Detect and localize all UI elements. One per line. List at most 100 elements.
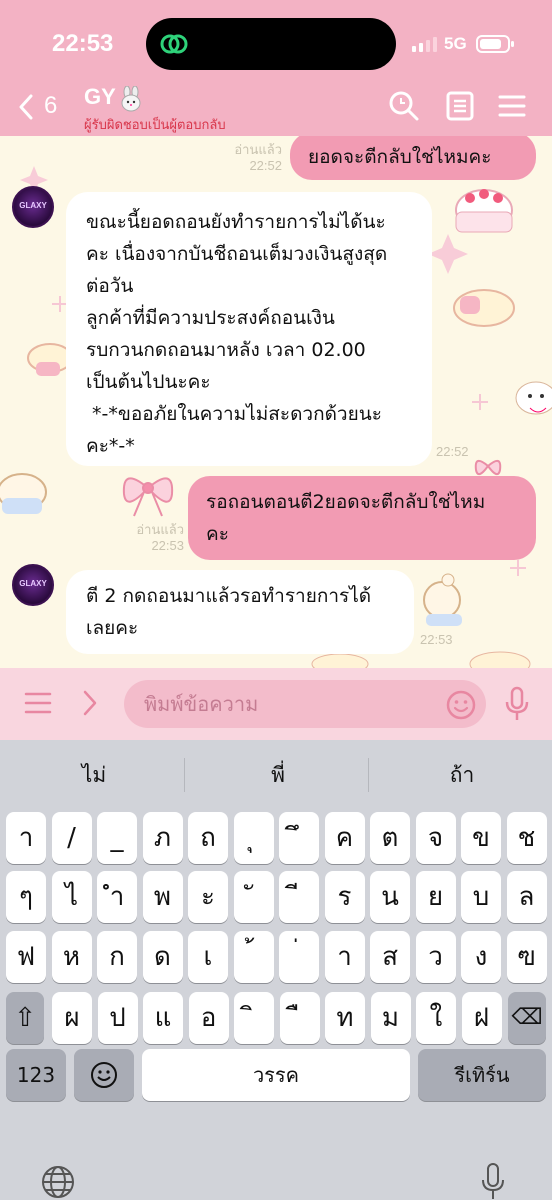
unread-count: 6 [44,92,58,119]
key[interactable]: ๆ [6,871,46,923]
key[interactable]: ว [415,931,456,983]
key[interactable]: ย [415,871,456,923]
key[interactable]: ะ [188,871,228,923]
message-time: 22:52 [436,444,469,459]
avatar[interactable]: GLAXY [12,186,54,228]
message-bubble-incoming[interactable]: ตี 2 กดถอนมาแล้วรอทำรายการได้ เลยคะ [66,570,414,654]
globe-icon[interactable] [40,1164,76,1200]
emoji-key[interactable] [74,1049,134,1101]
notes-icon[interactable] [444,90,476,122]
avatar-label: GLAXY [19,201,47,210]
key[interactable]: ร [324,871,365,923]
key[interactable]: ต [370,812,410,864]
key[interactable]: น [370,871,410,923]
delete-key[interactable]: ⌫ [508,992,546,1044]
key[interactable]: ท [325,992,365,1044]
key[interactable]: ล [506,871,547,923]
chat-title[interactable]: GY [84,84,116,110]
back-button[interactable]: 6 [18,90,78,124]
key[interactable]: ั [233,871,274,923]
message-input[interactable] [124,680,486,728]
key[interactable]: ิ [234,992,274,1044]
battery-icon [476,35,514,53]
dictation-microphone-icon[interactable] [480,1162,506,1200]
key[interactable]: เ [188,931,228,983]
avatar[interactable]: GLAXY [12,564,54,606]
status-time: 22:53 [52,30,114,57]
message-line: ลูกค้าที่มีความประสงค์ถอนเงิน [86,307,335,329]
message-bubble-outgoing[interactable]: ยอดจะตีกลับใช่ไหมคะ [290,136,536,180]
key[interactable]: ง [461,931,501,983]
key[interactable]: า [324,931,365,983]
key[interactable]: พ [142,871,183,923]
suggestion-1[interactable]: ไม่ [2,740,186,810]
network-type: 5G [444,34,467,53]
key[interactable]: ส [370,931,410,983]
key[interactable]: ้ [233,931,274,983]
key[interactable]: ไ [51,871,92,923]
key[interactable]: จ [415,812,456,864]
message-meta: อ่านแล้ว 22:52 [226,142,282,174]
avatar-label: GLAXY [19,579,47,588]
menu-icon[interactable] [24,691,52,715]
message-bubble-incoming[interactable]: ขณะนี้ยอดถอนยังทำรายการไม่ได้นะ คะ เนื่อ… [66,192,432,466]
key[interactable]: ถ [188,812,228,864]
key[interactable]: ค [324,812,365,864]
key[interactable]: ใ [416,992,456,1044]
message-bubble-outgoing[interactable]: รอถอนตอนตี2ยอดจะตีกลับใช่ไหม คะ [188,476,536,560]
key[interactable]: ื [279,992,320,1044]
numbers-key[interactable]: 123 [6,1049,66,1101]
suggestion-divider [368,758,369,792]
keyboard: ไม่ พี่ ถ้า า/_ภถุึคตจขชๆไำพะัีรนยบลฟหกด… [0,740,552,1200]
space-key[interactable]: วรรค [142,1049,410,1101]
key[interactable]: ึ [279,812,319,864]
key[interactable]: ฃ [506,931,547,983]
key[interactable]: / [51,812,92,864]
key[interactable]: บ [461,871,501,923]
key[interactable]: า [6,812,46,864]
message-time: 22:53 [151,538,184,553]
key[interactable]: ำ [97,871,137,923]
key[interactable]: ี [279,871,319,923]
shift-key[interactable]: ⇧ [6,992,44,1044]
key[interactable]: ป [97,992,138,1044]
message-time: 22:52 [249,158,282,173]
message-line: คะ เนื่องจากบันชีถอนเต็มวงเงินสูงสุด [86,243,388,265]
key[interactable]: ภ [142,812,183,864]
key[interactable]: ่ [279,931,319,983]
dynamic-island [146,18,396,70]
status-bar: 22:53 5G [0,0,552,90]
key[interactable]: แ [143,992,183,1044]
suggestion-3[interactable]: ถ้า [370,740,552,810]
message-line: ต่อวัน [86,275,134,297]
read-receipt: อ่านแล้ว [234,142,282,157]
key[interactable]: ห [51,931,92,983]
key[interactable]: ฟ [6,931,46,983]
suggestion-2[interactable]: พี่ [186,740,370,810]
key[interactable]: ุ [233,812,274,864]
chevron-right-icon[interactable] [80,688,100,718]
return-key[interactable]: รีเทิร์น [418,1049,546,1101]
key[interactable]: อ [188,992,229,1044]
message-line: เลยคะ [86,617,139,639]
emoji-icon[interactable] [446,690,476,720]
key[interactable]: ผ [52,992,92,1044]
key[interactable]: ก [97,931,137,983]
suggestion-divider [184,758,185,792]
key[interactable]: ข [461,812,501,864]
link-app-icon [160,34,188,54]
menu-icon[interactable] [496,90,528,122]
key[interactable]: _ [97,812,137,864]
message-line: คะ*-* [86,435,135,457]
message-line: เป็นต้นไปนะคะ [86,371,211,393]
chat-area[interactable]: อ่านแล้ว 22:52 ยอดจะตีกลับใช่ไหมคะ GLAXY… [0,136,552,668]
key[interactable]: ฝ [461,992,502,1044]
search-icon[interactable] [388,90,420,122]
key[interactable]: ช [506,812,547,864]
key[interactable]: ด [142,931,183,983]
key[interactable]: ม [370,992,411,1044]
message-line: รบกวนกดถอนมาหลัง เวลา 02.00 [86,339,366,361]
microphone-icon[interactable] [504,686,530,722]
chat-header: 6 GY ผู้รับผิดชอบเป็นผู้ตอบกลับ [0,78,552,136]
message-text: ยอดจะตีกลับใช่ไหมคะ [308,146,492,168]
